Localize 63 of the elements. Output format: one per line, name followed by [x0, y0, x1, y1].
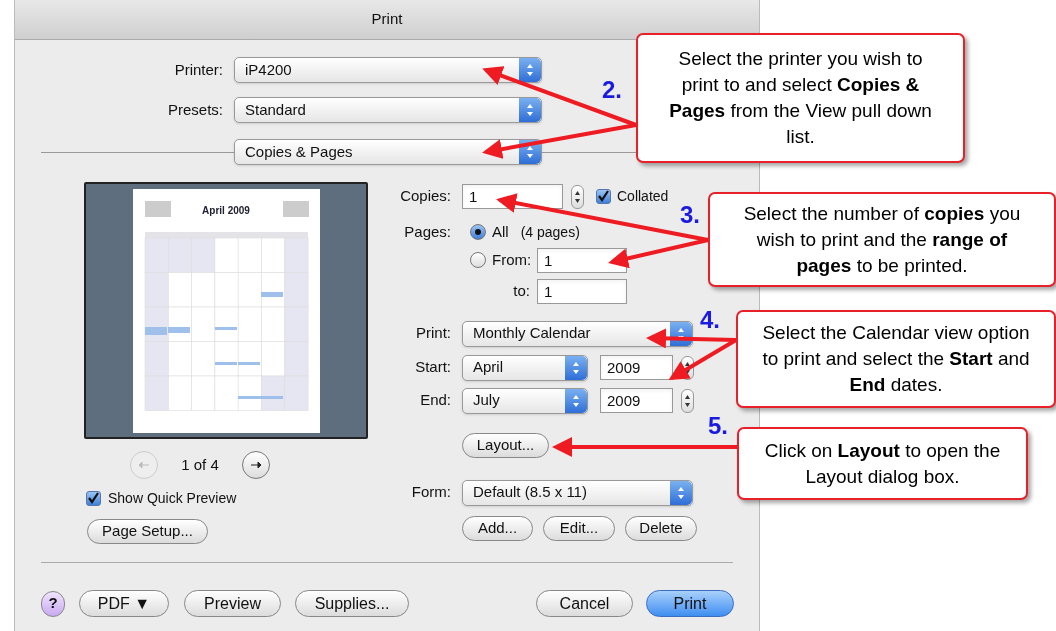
- popup-menu[interactable]: Standard: [234, 97, 542, 123]
- popup-menu[interactable]: Copies & Pages: [234, 139, 542, 165]
- arrow-right-icon: [250, 461, 262, 469]
- popup-menu[interactable]: iP4200: [234, 57, 542, 83]
- button[interactable]: Preview: [184, 590, 281, 617]
- mini-calendar: [282, 200, 309, 217]
- field-label: Pages:: [403, 222, 452, 242]
- help-button[interactable]: ?: [41, 590, 65, 617]
- field-label: End:: [419, 390, 452, 411]
- updown-arrows-icon: [565, 388, 587, 413]
- popup-menu[interactable]: Monthly Calendar: [462, 320, 693, 347]
- page-counter: 1 of 4: [180, 454, 220, 475]
- step-number: 5.: [708, 411, 728, 441]
- field-label: Print:: [415, 323, 452, 344]
- checkbox[interactable]: [596, 189, 611, 204]
- radio-label: From:: [492, 249, 532, 270]
- radio-button[interactable]: [470, 252, 486, 268]
- window-title: Print: [371, 9, 403, 30]
- updown-arrows-icon: [670, 480, 692, 505]
- updown-arrows-icon: [565, 355, 587, 380]
- updown-arrows-icon: [519, 58, 541, 82]
- button[interactable]: PDF ▼: [79, 590, 169, 617]
- radio-label: All: [492, 222, 509, 242]
- callout-text: Select the number of copies you wish to print and the range of pages to be printed.: [742, 201, 1022, 278]
- popup-menu[interactable]: April: [462, 354, 588, 381]
- field-label: Printer:: [173, 59, 224, 80]
- page-title: April 2009: [201, 203, 251, 218]
- input-field[interactable]: 1: [537, 247, 627, 273]
- step-number: 2.: [602, 75, 622, 105]
- popup-menu[interactable]: Default (8.5 x 11): [462, 479, 693, 506]
- button[interactable]: Cancel: [536, 590, 633, 617]
- button[interactable]: Supplies...: [295, 590, 409, 617]
- checkbox-label: Collated: [617, 187, 669, 206]
- input-field[interactable]: 1: [537, 278, 627, 304]
- mini-calendar: [144, 200, 171, 217]
- field-label: to:: [512, 280, 531, 301]
- arrow-left-icon: [138, 461, 150, 469]
- popup-menu[interactable]: July: [462, 387, 588, 414]
- page-count: (4 pages): [520, 222, 580, 242]
- field-label: Start:: [414, 357, 452, 378]
- radio-button[interactable]: [470, 224, 486, 241]
- callout-text: Click on Layout to open the Layout dialog box.: [763, 438, 1002, 489]
- checkbox-label: Show Quick Preview: [108, 489, 237, 508]
- step-number: 4.: [700, 305, 720, 335]
- callout-text: Select the Calendar view option to print and select the Start and End dates.: [762, 321, 1030, 397]
- button[interactable]: Print: [646, 590, 734, 617]
- button[interactable]: Page Setup...: [87, 519, 208, 544]
- button[interactable]: Add...: [462, 515, 533, 541]
- button[interactable]: Edit...: [543, 515, 615, 541]
- updown-arrows-icon: [519, 98, 541, 122]
- step-number: 3.: [680, 200, 700, 230]
- button[interactable]: Delete: [625, 515, 697, 541]
- callout-text: Select the printer you wish to print to and select Copies & Pages from the View pull down list.: [668, 47, 933, 149]
- field-label: Presets:: [166, 99, 224, 120]
- checkbox[interactable]: [86, 491, 101, 506]
- field-label: Form:: [410, 482, 452, 503]
- next-page-button[interactable]: [242, 451, 270, 479]
- stepper-icon[interactable]: [571, 184, 584, 209]
- stepper-icon[interactable]: [681, 388, 694, 413]
- input-field[interactable]: 2009: [600, 355, 673, 380]
- button[interactable]: Layout...: [462, 432, 549, 458]
- input-field[interactable]: 2009: [600, 388, 673, 413]
- field-label: Copies:: [399, 186, 452, 207]
